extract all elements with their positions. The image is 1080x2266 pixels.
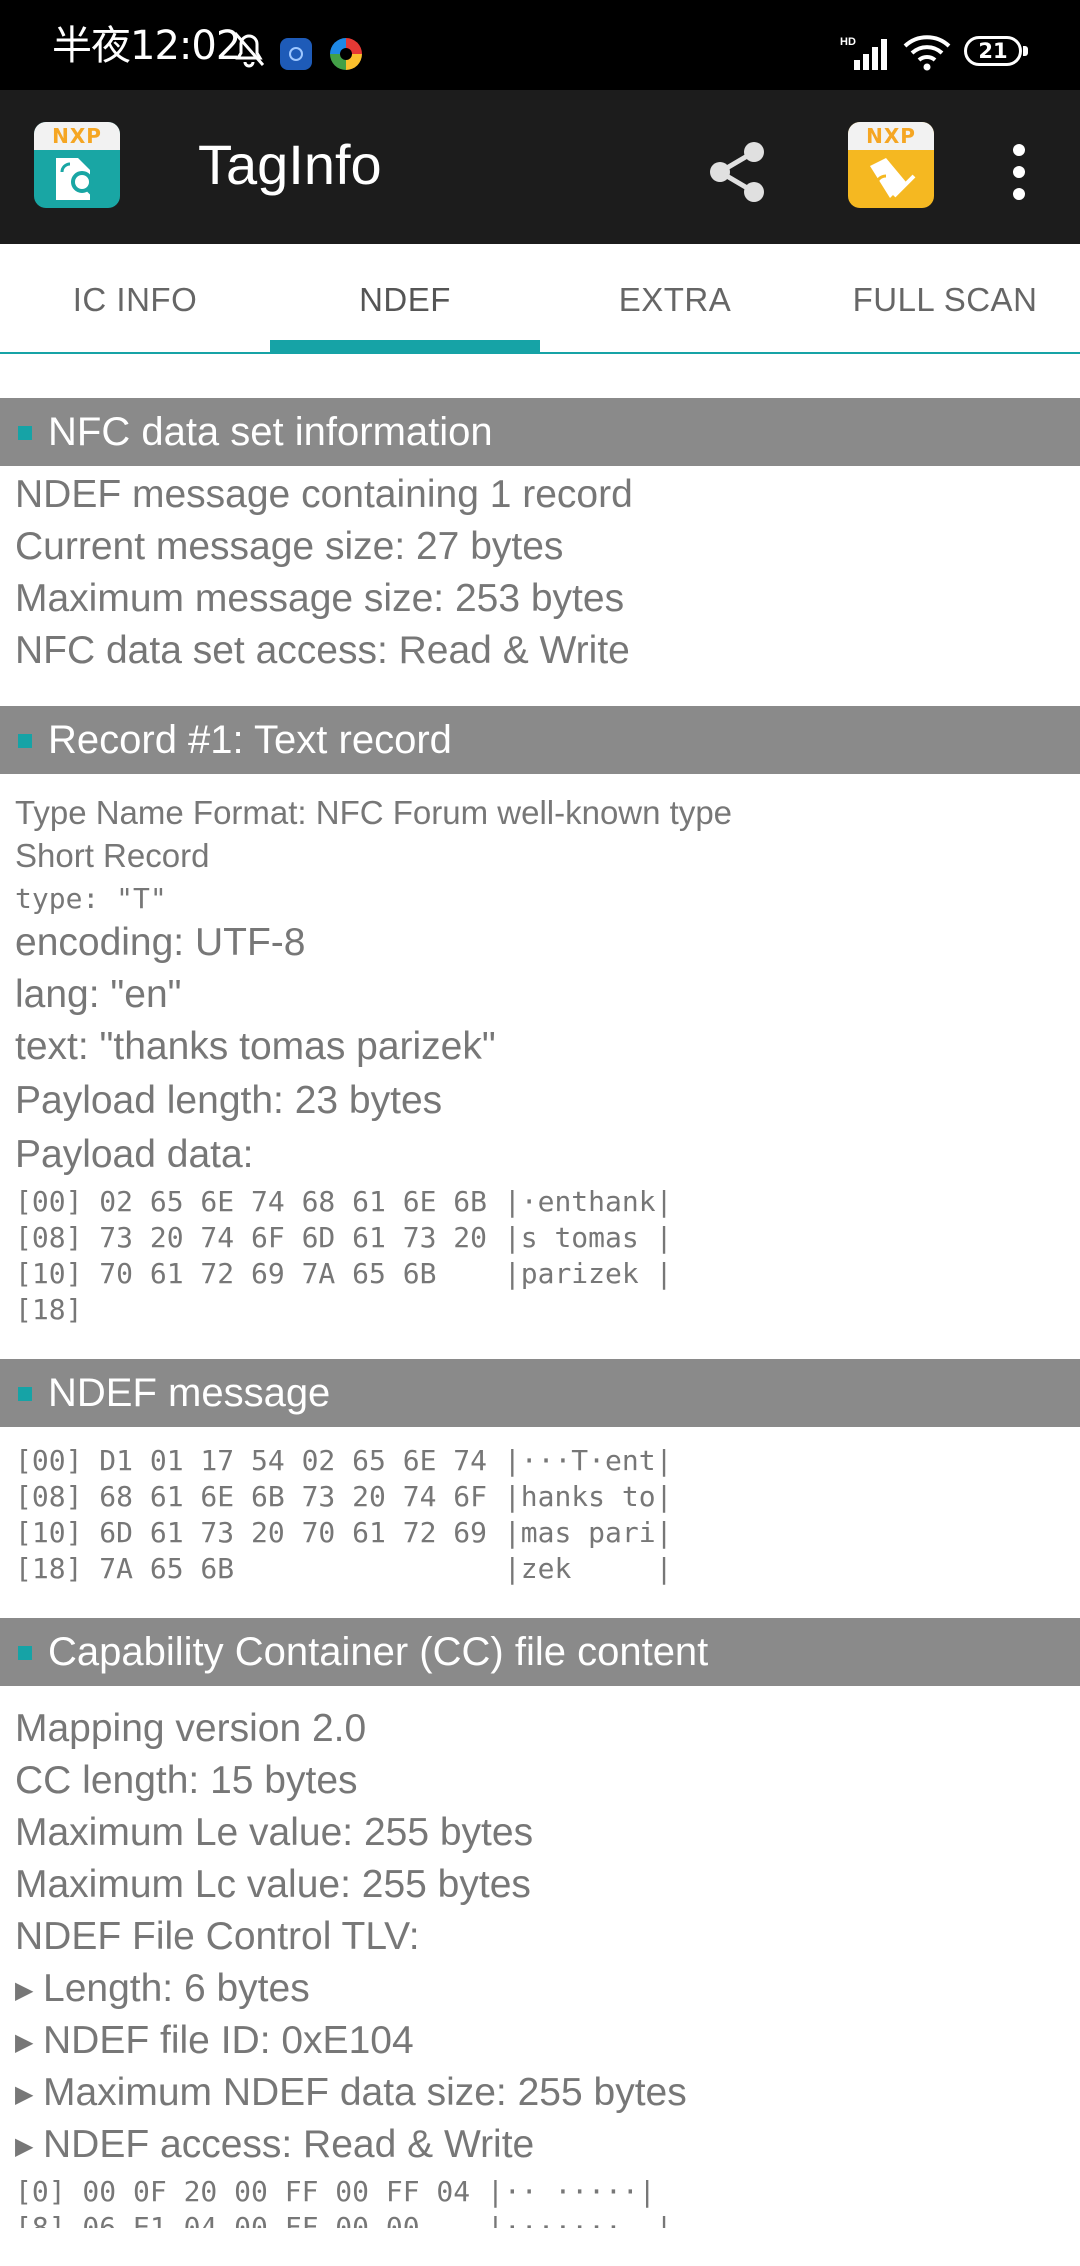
tag-search-icon: [56, 158, 99, 200]
tab-full-scan[interactable]: FULL SCAN: [810, 244, 1080, 352]
hex-row: [0] 00 0F 20 00 FF 00 FF 04 |·· ·····|: [15, 2175, 656, 2208]
tlv-item-text: NDEF file ID: 0xE104: [43, 2019, 414, 2062]
record-text: text: "thanks tomas parizek": [15, 1025, 496, 1068]
app-toolbar: NXP TagInfo NXP: [0, 90, 1080, 244]
cc-line: NDEF File Control TLV:: [15, 1915, 420, 1958]
section-header-ndef-message: NDEF message: [0, 1359, 1080, 1427]
overflow-menu-icon[interactable]: [1004, 134, 1034, 210]
tab-ndef[interactable]: NDEF: [270, 244, 540, 352]
taginfo-app-icon[interactable]: NXP: [34, 122, 120, 208]
cc-line: CC length: 15 bytes: [15, 1759, 358, 1802]
section-title: Record #1: Text record: [48, 718, 452, 762]
cc-line: Mapping version 2.0: [15, 1707, 367, 1750]
section-title: NFC data set information: [48, 410, 493, 454]
section-bullet-icon: [18, 1387, 32, 1401]
tlv-item: ▶ Maximum NDEF data size: 255 bytes: [15, 2070, 687, 2118]
triangle-bullet-icon: ▶: [15, 2028, 34, 2056]
tlv-item-text: Maximum NDEF data size: 255 bytes: [43, 2071, 687, 2114]
cc-line: Maximum Le value: 255 bytes: [15, 1811, 534, 1854]
record-lang: lang: "en": [15, 973, 182, 1016]
hex-row: [18] 7A 65 6B |zek |: [15, 1552, 673, 1585]
section-bullet-icon: [18, 426, 32, 440]
nxp-logo-text: NXP: [52, 124, 102, 148]
svg-text:HD: HD: [840, 36, 856, 48]
status-time: 半夜12:02: [52, 23, 241, 69]
section-bullet-icon: [18, 734, 32, 748]
info-line: Maximum message size: 253 bytes: [15, 577, 625, 620]
status-bar: 半夜12:02 HD 21: [0, 0, 1080, 90]
hex-row: [8] 06 E1 04 00 FF 00 00 |······· |: [15, 2211, 673, 2228]
battery-icon: 21: [964, 36, 1028, 66]
hd-signal-icon: HD: [840, 36, 887, 70]
triangle-bullet-icon: ▶: [15, 2080, 34, 2108]
browser-notification-icon: [330, 38, 362, 70]
info-line: NFC data set access: Read & Write: [15, 629, 630, 672]
share-icon[interactable]: [700, 134, 776, 210]
tlv-item: ▶ Length: 6 bytes: [15, 1966, 310, 2014]
tlv-item-text: NDEF access: Read & Write: [43, 2123, 535, 2166]
record-tnf: Type Name Format: NFC Forum well-known t…: [15, 794, 733, 831]
section-title: Capability Container (CC) file content: [48, 1630, 709, 1674]
record-short: Short Record: [15, 837, 210, 874]
section-title: NDEF message: [48, 1371, 331, 1415]
tab-ic-info[interactable]: IC INFO: [0, 244, 270, 352]
section-header-cc: Capability Container (CC) file content: [0, 1618, 1080, 1686]
record-type: type: "T": [15, 882, 167, 915]
mute-bell-icon: [233, 32, 265, 68]
tag-write-icon: [870, 158, 916, 198]
record-encoding: encoding: UTF-8: [15, 921, 306, 964]
section-header-nfc-data-set: NFC data set information: [0, 398, 1080, 466]
tab-active-indicator: [270, 340, 540, 352]
hex-row: [08] 73 20 74 6F 6D 61 73 20 |s tomas |: [15, 1221, 673, 1254]
triangle-bullet-icon: ▶: [15, 2132, 34, 2160]
app-notification-icon: [280, 38, 312, 70]
app-title: TagInfo: [198, 133, 382, 196]
cc-line: Maximum Lc value: 255 bytes: [15, 1863, 531, 1906]
record-payload-label: Payload data:: [15, 1133, 254, 1176]
section-header-record-1: Record #1: Text record: [0, 706, 1080, 774]
tlv-item-text: Length: 6 bytes: [43, 1967, 310, 2010]
tlv-item: ▶ NDEF file ID: 0xE104: [15, 2018, 414, 2066]
hex-row: [18]: [15, 1293, 83, 1326]
hex-row: [00] 02 65 6E 74 68 61 6E 6B |·enthank|: [15, 1185, 673, 1218]
info-line: NDEF message containing 1 record: [15, 473, 633, 516]
record-payload-length: Payload length: 23 bytes: [15, 1079, 443, 1122]
tab-bar: IC INFO NDEF EXTRA FULL SCAN: [0, 244, 1080, 354]
info-line: Current message size: 27 bytes: [15, 525, 564, 568]
hex-row: [08] 68 61 6E 6B 73 20 74 6F |hanks to|: [15, 1480, 673, 1513]
wifi-icon: [903, 35, 951, 71]
triangle-bullet-icon: ▶: [15, 1976, 34, 2004]
section-bullet-icon: [18, 1646, 32, 1660]
tab-extra[interactable]: EXTRA: [540, 244, 810, 352]
hex-row: [10] 70 61 72 69 7A 65 6B |parizek |: [15, 1257, 673, 1290]
tagwriter-app-icon[interactable]: NXP: [848, 122, 934, 208]
hex-row: [10] 6D 61 73 20 70 61 72 69 |mas pari|: [15, 1516, 673, 1549]
tlv-item: ▶ NDEF access: Read & Write: [15, 2122, 534, 2170]
nxp-logo-text-2: NXP: [866, 124, 916, 148]
hex-row: [00] D1 01 17 54 02 65 6E 74 |···T·ent|: [15, 1444, 673, 1477]
